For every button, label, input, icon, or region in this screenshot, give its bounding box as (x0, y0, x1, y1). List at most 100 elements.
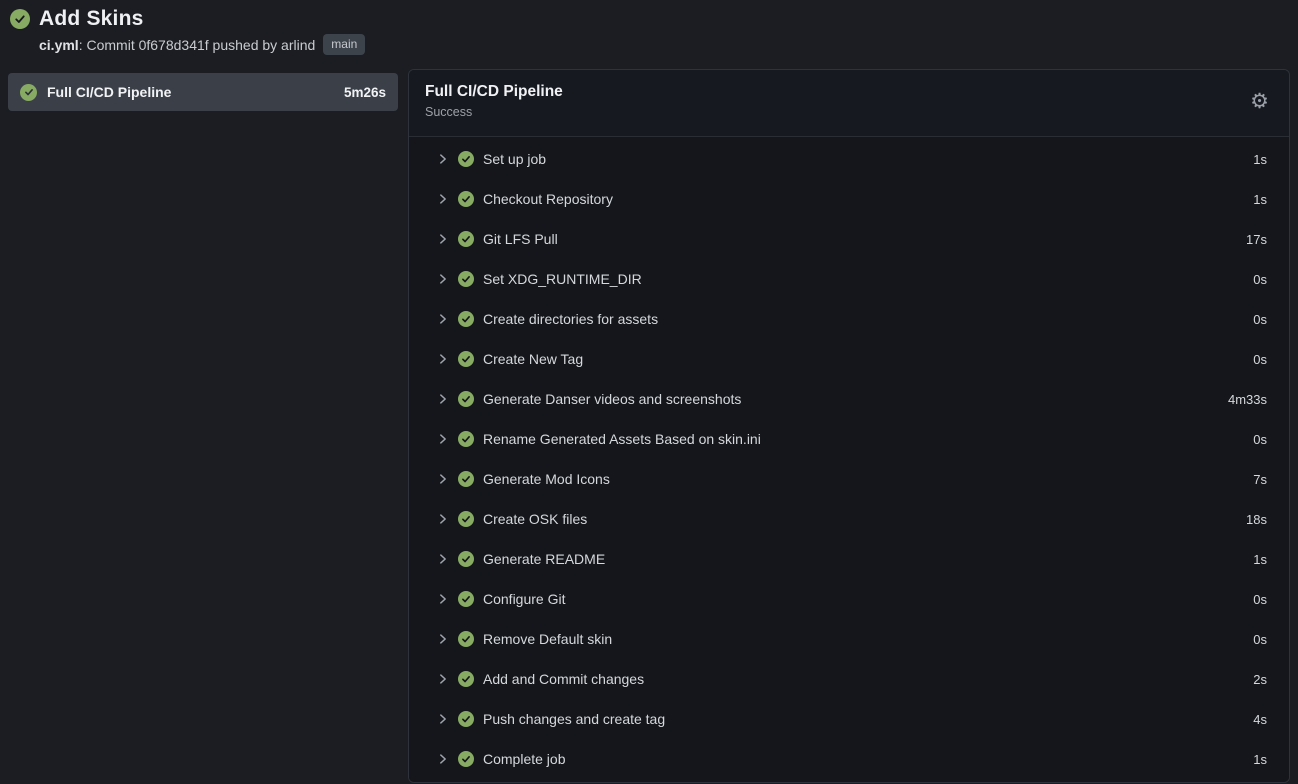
step-duration: 4s (1253, 712, 1267, 727)
check-circle-icon (458, 271, 474, 287)
chevron-right-icon (436, 272, 450, 286)
step-row[interactable]: Create OSK files 18s (409, 499, 1289, 539)
check-circle-icon (458, 751, 474, 767)
steps-list: Set up job 1s Checkout Repository 1s G (409, 137, 1289, 782)
chevron-right-icon (436, 552, 450, 566)
chevron-right-icon (436, 432, 450, 446)
step-duration: 0s (1253, 632, 1267, 647)
chevron-right-icon (436, 512, 450, 526)
job-panel-header: Full CI/CD Pipeline Success ⚙︎ (409, 70, 1289, 137)
step-row[interactable]: Create directories for assets 0s (409, 299, 1289, 339)
step-row[interactable]: Complete job 1s (409, 739, 1289, 779)
step-duration: 1s (1253, 152, 1267, 167)
step-duration: 17s (1246, 232, 1267, 247)
step-name: Push changes and create tag (483, 711, 1253, 727)
step-name: Generate Mod Icons (483, 471, 1253, 487)
chevron-right-icon (436, 752, 450, 766)
run-header: Add Skins ci.yml: Commit 0f678d341f push… (0, 0, 1298, 55)
step-duration: 4m33s (1228, 392, 1267, 407)
check-circle-icon (10, 9, 30, 29)
chevron-right-icon (436, 672, 450, 686)
step-duration: 1s (1253, 552, 1267, 567)
step-row[interactable]: Create New Tag 0s (409, 339, 1289, 379)
check-circle-icon (458, 431, 474, 447)
step-row[interactable]: Set XDG_RUNTIME_DIR 0s (409, 259, 1289, 299)
chevron-right-icon (436, 232, 450, 246)
run-title: Add Skins (39, 7, 143, 31)
step-duration: 0s (1253, 352, 1267, 367)
step-name: Complete job (483, 751, 1253, 767)
step-duration: 0s (1253, 432, 1267, 447)
check-circle-icon (458, 191, 474, 207)
chevron-right-icon (436, 152, 450, 166)
step-duration: 1s (1253, 192, 1267, 207)
chevron-right-icon (436, 392, 450, 406)
step-name: Create OSK files (483, 511, 1246, 527)
branch-badge[interactable]: main (323, 34, 365, 55)
step-name: Checkout Repository (483, 191, 1253, 207)
job-panel: Full CI/CD Pipeline Success ⚙︎ Set up jo… (408, 69, 1290, 783)
step-row[interactable]: Configure Git 0s (409, 579, 1289, 619)
commit-text: : Commit 0f678d341f pushed by arlind (79, 37, 316, 53)
step-name: Configure Git (483, 591, 1253, 607)
step-name: Set XDG_RUNTIME_DIR (483, 271, 1253, 287)
step-duration: 18s (1246, 512, 1267, 527)
chevron-right-icon (436, 312, 450, 326)
chevron-right-icon (436, 352, 450, 366)
check-circle-icon (458, 391, 474, 407)
commit-summary: ci.yml: Commit 0f678d341f pushed by arli… (39, 37, 315, 53)
chevron-right-icon (436, 472, 450, 486)
step-name: Generate Danser videos and screenshots (483, 391, 1228, 407)
gear-icon[interactable]: ⚙︎ (1250, 91, 1269, 112)
check-circle-icon (458, 591, 474, 607)
check-circle-icon (458, 231, 474, 247)
step-duration: 1s (1253, 752, 1267, 767)
step-row[interactable]: Generate Danser videos and screenshots 4… (409, 379, 1289, 419)
jobs-sidebar: Full CI/CD Pipeline 5m26s (8, 69, 398, 111)
job-name: Full CI/CD Pipeline (47, 84, 334, 100)
chevron-right-icon (436, 592, 450, 606)
check-circle-icon (458, 151, 474, 167)
check-circle-icon (458, 471, 474, 487)
job-panel-title: Full CI/CD Pipeline (425, 82, 563, 102)
step-row[interactable]: Remove Default skin 0s (409, 619, 1289, 659)
step-row[interactable]: Generate Mod Icons 7s (409, 459, 1289, 499)
step-row[interactable]: Rename Generated Assets Based on skin.in… (409, 419, 1289, 459)
step-row[interactable]: Git LFS Pull 17s (409, 219, 1289, 259)
run-subtitle: ci.yml: Commit 0f678d341f pushed by arli… (39, 34, 1288, 55)
check-circle-icon (458, 551, 474, 567)
step-row[interactable]: Set up job 1s (409, 139, 1289, 179)
run-content: Full CI/CD Pipeline 5m26s Full CI/CD Pip… (0, 69, 1298, 783)
step-row[interactable]: Generate README 1s (409, 539, 1289, 579)
check-circle-icon (458, 311, 474, 327)
step-duration: 0s (1253, 592, 1267, 607)
step-name: Add and Commit changes (483, 671, 1253, 687)
job-duration: 5m26s (344, 85, 386, 100)
step-duration: 0s (1253, 312, 1267, 327)
step-name: Git LFS Pull (483, 231, 1246, 247)
job-panel-titles: Full CI/CD Pipeline Success (425, 82, 563, 119)
step-name: Create directories for assets (483, 311, 1253, 327)
workflow-file: ci.yml (39, 37, 79, 53)
step-name: Remove Default skin (483, 631, 1253, 647)
chevron-right-icon (436, 192, 450, 206)
check-circle-icon (458, 511, 474, 527)
check-circle-icon (458, 351, 474, 367)
step-row[interactable]: Checkout Repository 1s (409, 179, 1289, 219)
step-duration: 0s (1253, 272, 1267, 287)
check-circle-icon (20, 84, 37, 101)
chevron-right-icon (436, 632, 450, 646)
sidebar-job-item[interactable]: Full CI/CD Pipeline 5m26s (8, 73, 398, 111)
step-row[interactable]: Add and Commit changes 2s (409, 659, 1289, 699)
step-duration: 2s (1253, 672, 1267, 687)
run-title-row: Add Skins (10, 7, 1288, 31)
check-circle-icon (458, 711, 474, 727)
step-name: Set up job (483, 151, 1253, 167)
step-row[interactable]: Push changes and create tag 4s (409, 699, 1289, 739)
job-status-label: Success (425, 105, 563, 119)
step-duration: 7s (1253, 472, 1267, 487)
check-circle-icon (458, 671, 474, 687)
chevron-right-icon (436, 712, 450, 726)
step-name: Rename Generated Assets Based on skin.in… (483, 431, 1253, 447)
step-name: Generate README (483, 551, 1253, 567)
